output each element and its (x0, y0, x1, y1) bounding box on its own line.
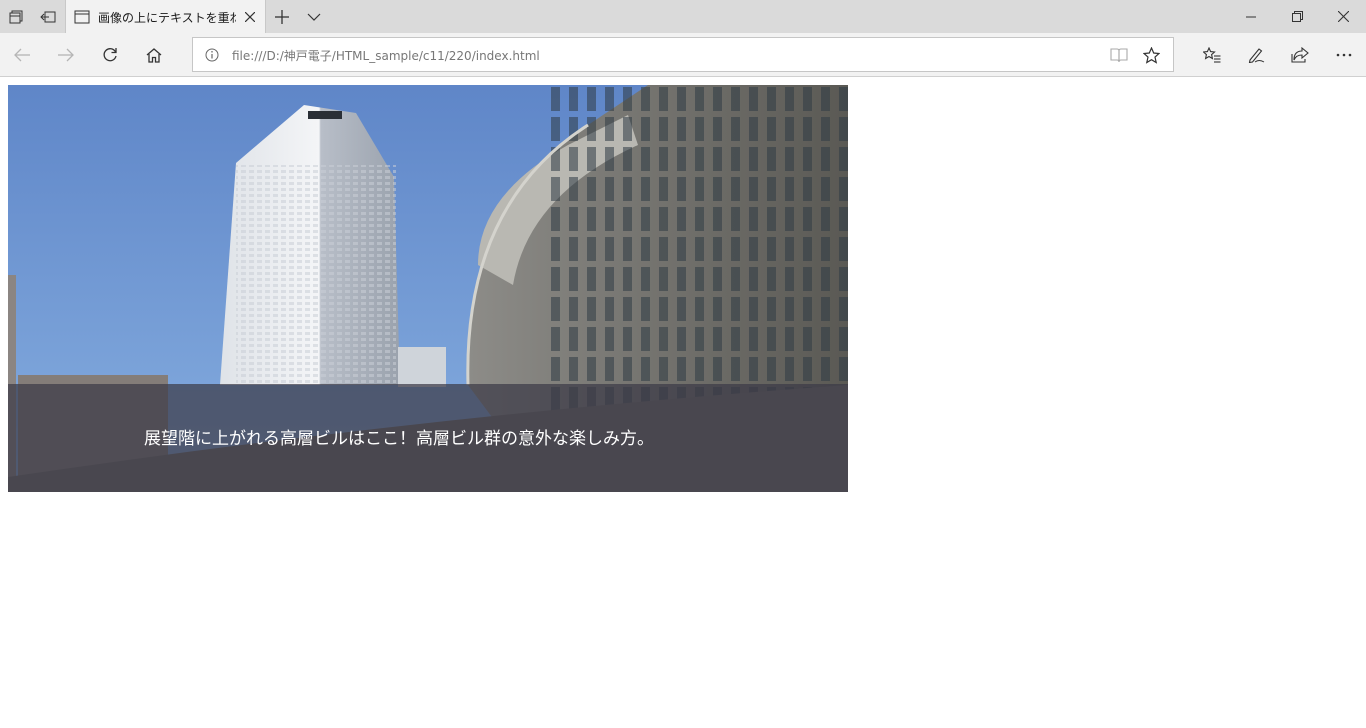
url-text[interactable]: file:///D:/神戸電子/HTML_sample/c11/220/inde… (232, 47, 540, 64)
forward-button[interactable] (44, 33, 88, 77)
browser-window: 画像の上にテキストを重ねる (0, 0, 1366, 728)
favorites-list-icon (1203, 47, 1221, 63)
tab-actions-button[interactable] (0, 0, 32, 33)
navigation-bar: file:///D:/神戸電子/HTML_sample/c11/220/inde… (0, 33, 1366, 77)
refresh-icon (103, 48, 117, 62)
new-tab-button[interactable] (266, 0, 298, 33)
tab-close-button[interactable] (242, 9, 258, 25)
minimize-icon (1246, 16, 1256, 17)
page-icon (74, 9, 90, 28)
favorite-button[interactable] (1141, 45, 1161, 65)
share-icon (1291, 47, 1309, 63)
chevron-down-icon (307, 13, 321, 21)
more-icon (1336, 53, 1352, 57)
tab-title: 画像の上にテキストを重ねる (98, 11, 236, 25)
refresh-button[interactable] (88, 33, 132, 77)
back-button[interactable] (0, 33, 44, 77)
tab-active[interactable]: 画像の上にテキストを重ねる (65, 0, 266, 33)
pen-icon (1248, 48, 1265, 63)
reading-view-button[interactable] (1109, 45, 1129, 65)
tab-bar: 画像の上にテキストを重ねる (0, 0, 1366, 33)
caption-text: 展望階に上がれる高層ビルはここ！高層ビル群の意外な楽しみ方。 (144, 429, 654, 449)
tabs-icon (9, 10, 23, 23)
set-aside-icon (40, 11, 56, 22)
restore-button[interactable] (1274, 0, 1320, 33)
address-bar[interactable]: file:///D:/神戸電子/HTML_sample/c11/220/inde… (192, 37, 1174, 72)
favorites-hub-button[interactable] (1190, 33, 1234, 77)
set-aside-button[interactable] (32, 0, 64, 33)
info-icon (205, 48, 219, 62)
hero-image-block: 展望階に上がれる高層ビルはここ！高層ビル群の意外な楽しみ方。 (8, 85, 848, 492)
home-button[interactable] (132, 33, 176, 77)
close-icon (1337, 11, 1349, 22)
caption-overlay: 展望階に上がれる高層ビルはここ！高層ビル群の意外な楽しみ方。 (8, 384, 848, 492)
notes-button[interactable] (1234, 33, 1278, 77)
page-content: 展望階に上がれる高層ビルはここ！高層ビル群の意外な楽しみ方。 (0, 78, 1366, 728)
home-icon (146, 47, 162, 63)
site-info-button[interactable] (205, 47, 219, 66)
back-arrow-icon (14, 48, 30, 62)
book-icon (1110, 48, 1128, 63)
more-button[interactable] (1322, 33, 1366, 77)
close-icon (245, 12, 255, 22)
forward-arrow-icon (58, 48, 74, 62)
share-button[interactable] (1278, 33, 1322, 77)
tab-list-button[interactable] (298, 0, 330, 33)
window-close-button[interactable] (1320, 0, 1366, 33)
plus-icon (275, 9, 289, 24)
minimize-button[interactable] (1228, 0, 1274, 33)
restore-icon (1291, 11, 1303, 22)
star-icon (1142, 46, 1160, 64)
